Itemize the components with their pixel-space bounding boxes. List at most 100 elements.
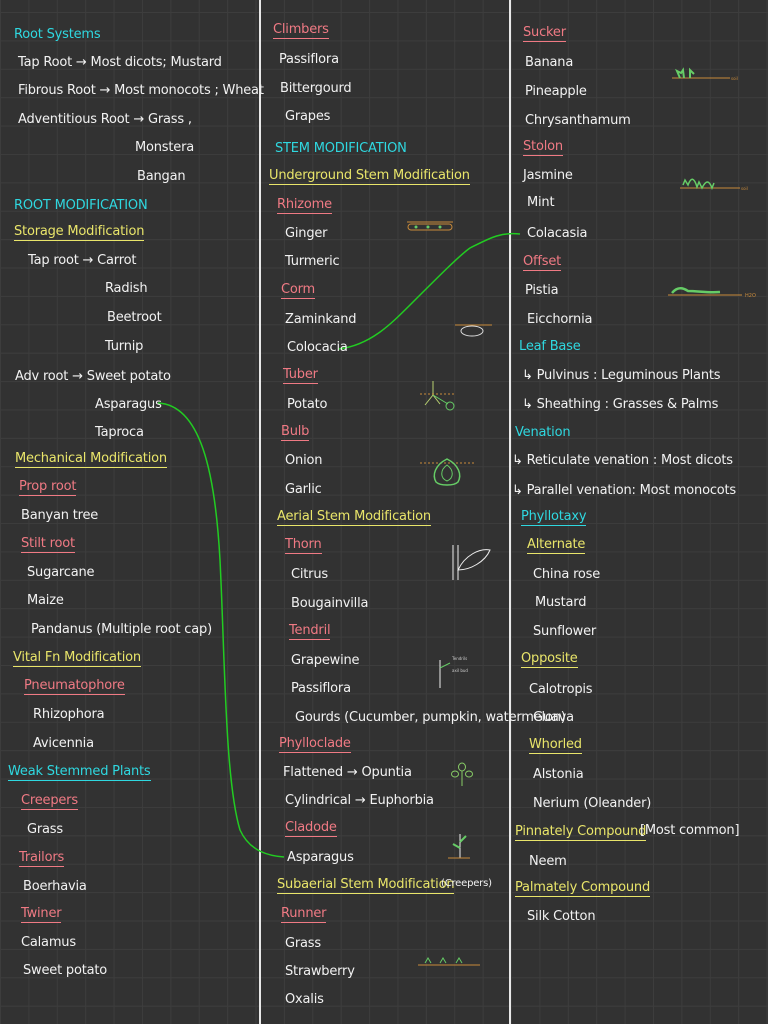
- col3-note-text: Neem: [529, 854, 567, 869]
- corm-sketch-icon: [455, 324, 492, 337]
- sucker-soil-label: soil: [731, 76, 738, 81]
- col1-note-text: Grass: [27, 822, 63, 837]
- col2-category-label: Climbers: [273, 22, 329, 39]
- col1-section-heading: Root Systems: [14, 27, 101, 42]
- phylloclade-sketch-icon: [451, 762, 473, 786]
- col1-category-label: Creepers: [21, 793, 78, 810]
- col3-note-text: Pistia: [525, 283, 559, 298]
- col1-note-text: Monstera: [135, 140, 194, 155]
- col2-section-heading: STEM MODIFICATION: [275, 141, 407, 156]
- col3-note-text: Pineapple: [525, 84, 587, 99]
- col3-note-text: Jasmine: [523, 168, 573, 183]
- col1-section-heading: ROOT MODIFICATION: [14, 198, 148, 213]
- col1-note-text: Bangan: [137, 169, 186, 184]
- col1-category-label: Stilt root: [21, 536, 75, 553]
- col1-note-text: Turnip: [105, 339, 144, 354]
- col1-note-text: Rhizophora: [33, 707, 105, 722]
- col1-category-label: Trailors: [19, 850, 65, 867]
- col2-note-text: Onion: [285, 453, 323, 468]
- stolon-sketch-icon: soil: [680, 178, 748, 191]
- col2-note-text: Strawberry: [285, 964, 355, 979]
- col1-category-label: Prop root: [19, 479, 77, 496]
- col3-section-heading: Venation: [515, 425, 571, 440]
- col2-note-text: Colocacia: [287, 340, 348, 355]
- col1-note-text: Sugarcane: [27, 565, 95, 580]
- offset-sketch-icon: H2O: [668, 287, 756, 299]
- tuber-sketch-icon: [420, 381, 455, 411]
- col1-section-heading: Weak Stemmed Plants: [8, 764, 151, 781]
- col1-subsection-heading: Vital Fn Modification: [13, 650, 141, 667]
- col2-category-label: Runner: [281, 906, 327, 923]
- col2-category-label: Thorn: [285, 537, 322, 554]
- col1-note-text: Avicennia: [33, 736, 94, 751]
- col3-note-text: ↳ Reticulate venation : Most dicots: [512, 453, 733, 468]
- cladode-sketch-icon: [448, 834, 470, 859]
- col2-note-text: Turmeric: [285, 254, 340, 269]
- col2-note-text: Passiflora: [291, 681, 351, 696]
- col1-note-text: Radish: [105, 281, 148, 296]
- col3-category-label: Stolon: [523, 139, 563, 156]
- col3-subsection-heading: Palmately Compound: [515, 880, 651, 897]
- col2-note-text: Gourds (Cucumber, pumpkin, watermelon): [295, 710, 566, 725]
- col3-note-text: Alstonia: [533, 767, 584, 782]
- col2-note-text: Zaminkand: [285, 312, 357, 327]
- col1-note-text: Banyan tree: [21, 508, 99, 523]
- col3-note-text: Eicchornia: [527, 312, 593, 327]
- col2-note-text: Oxalis: [285, 992, 324, 1007]
- col2-category-label: Bulb: [281, 424, 310, 441]
- col1-note-text: Adventitious Root → Grass ,: [18, 112, 192, 127]
- col2-note-text: Grapes: [285, 109, 331, 124]
- col3-subsection-heading: Alternate: [527, 537, 586, 554]
- col2-subsection-heading: Subaerial Stem Modification: [277, 877, 455, 894]
- sucker-sketch-icon: soil: [672, 67, 738, 81]
- col3-note-text: ↳ Pulvinus : Leguminous Plants: [522, 368, 721, 383]
- col1-note-text: Tap root → Carrot: [28, 253, 137, 268]
- col1-note-text: Beetroot: [107, 310, 162, 325]
- col3-category-label: Offset: [523, 254, 562, 271]
- col1-note-text: Asparagus: [95, 397, 162, 412]
- col2-category-label: Tendril: [289, 623, 331, 640]
- col2-subsection-heading: Aerial Stem Modification: [277, 509, 431, 526]
- col3-subsection-heading: Whorled: [529, 737, 582, 754]
- col1-subsection-heading: Mechanical Modification: [15, 451, 167, 468]
- col2-note-text: Flattened → Opuntia: [283, 765, 412, 780]
- tendril-label: Tendrils: [451, 656, 467, 661]
- col2-category-label: Tuber: [283, 367, 318, 384]
- col1-category-label: Twiner: [21, 906, 62, 923]
- col3-note-text: Chrysanthamum: [525, 113, 631, 128]
- col3-note-text: Sunflower: [533, 624, 597, 639]
- col3-note-text: [Most common]: [640, 823, 740, 838]
- col3-subsection-heading: Opposite: [521, 651, 578, 668]
- col3-note-text: Banana: [525, 55, 574, 70]
- col2-category-label: Rhizome: [277, 197, 332, 214]
- col2-note-text: Grass: [285, 936, 321, 951]
- col3-note-text: Silk Cotton: [527, 909, 596, 924]
- tendril-sketch-icon: Tendrils axil bud: [439, 656, 468, 688]
- col1-note-text: Pandanus (Multiple root cap): [31, 622, 212, 637]
- col2-note-text: Citrus: [291, 567, 328, 582]
- col1-note-text: Boerhavia: [23, 879, 87, 894]
- col3-note-text: Mustard: [535, 595, 587, 610]
- runner-sketch-icon: [418, 957, 480, 966]
- link-line-colocasia: [338, 232, 521, 350]
- bulb-sketch-icon: [420, 458, 474, 486]
- col3-note-text: Guava: [533, 710, 574, 725]
- axil-bud-label: axil bud: [452, 668, 468, 673]
- col3-section-heading: Leaf Base: [519, 339, 581, 354]
- col1-note-text: Calamus: [21, 935, 76, 950]
- col2-note-text: Ginger: [285, 226, 328, 241]
- col2-note-text: Garlic: [285, 482, 322, 497]
- col2-note-text: Bougainvilla: [291, 596, 369, 611]
- stolon-soil-label: soil: [741, 186, 748, 191]
- col2-note-text: Cylindrical → Euphorbia: [285, 793, 434, 808]
- col3-note-text: Nerium (Oleander): [533, 796, 652, 811]
- col3-note-text: China rose: [533, 567, 601, 582]
- col2-note-text: Asparagus: [287, 850, 354, 865]
- col3-subsection-heading: Pinnately Compound: [515, 824, 647, 841]
- col1-note-text: Adv root → Sweet potato: [15, 369, 171, 384]
- col1-note-text: Taproca: [95, 425, 144, 440]
- col2-category-label: Corm: [281, 282, 316, 299]
- rhizome-sketch-icon: [407, 221, 453, 231]
- col3-note-text: Colacasia: [527, 226, 588, 241]
- col2-category-label: Cladode: [285, 820, 337, 837]
